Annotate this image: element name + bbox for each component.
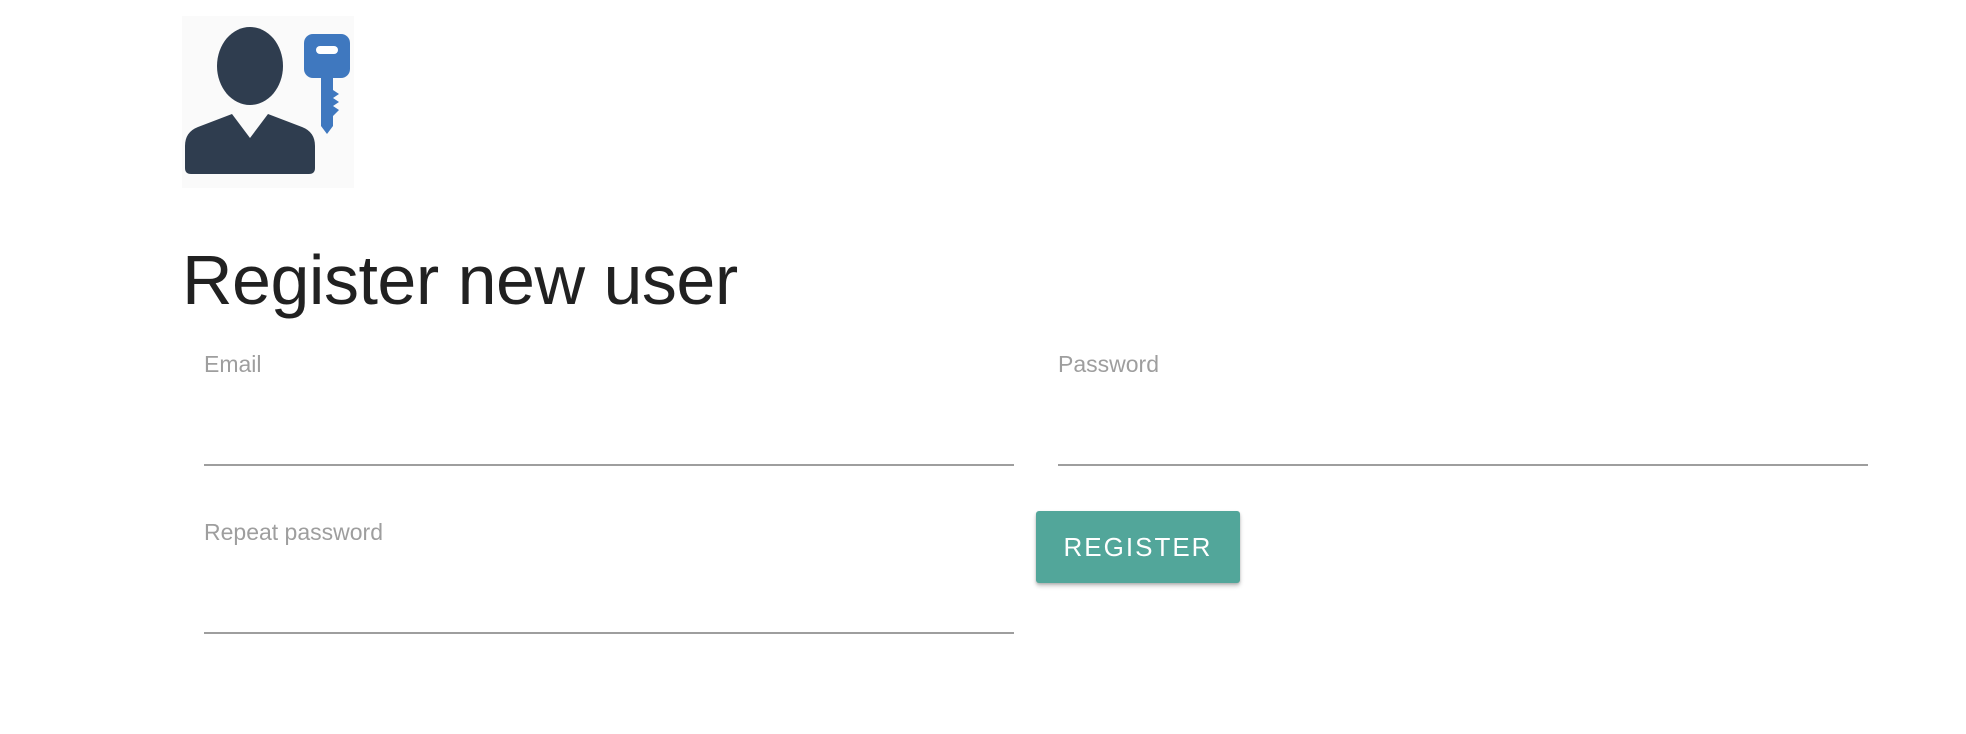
register-button[interactable]: REGISTER [1036, 511, 1240, 583]
user-key-icon [182, 16, 354, 188]
page-title: Register new user [182, 241, 738, 319]
password-label: Password [1058, 351, 1159, 377]
email-label: Email [204, 351, 262, 377]
email-input[interactable] [204, 416, 1014, 466]
repeat-password-input[interactable] [204, 584, 1014, 634]
register-page: Register new user Email Password Repeat … [0, 0, 1966, 734]
password-input[interactable] [1058, 416, 1868, 466]
repeat-password-label: Repeat password [204, 519, 383, 545]
email-field: Email [204, 350, 1014, 466]
repeat-password-field: Repeat password [204, 518, 1014, 634]
password-field: Password [1058, 350, 1868, 466]
